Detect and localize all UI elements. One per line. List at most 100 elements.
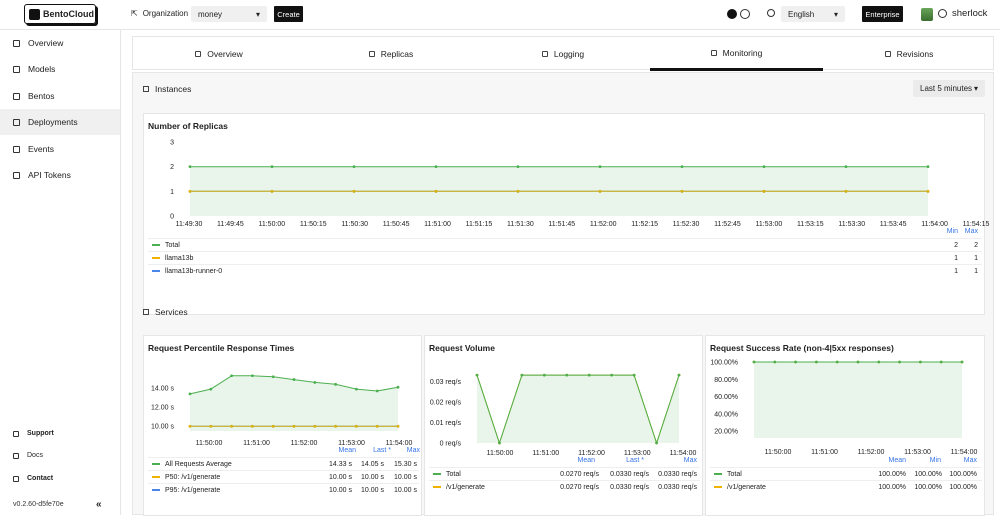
data-point xyxy=(542,373,546,377)
collapse-sidebar-icon[interactable]: « xyxy=(96,499,102,510)
data-point xyxy=(835,360,839,364)
data-point xyxy=(939,360,943,364)
legend-row-p95[interactable]: P95: /v1/generate 10.00 s 10.00 s 10.00 … xyxy=(148,483,419,496)
legend-max: 1 xyxy=(974,254,978,262)
legend-header-max: Max xyxy=(963,457,977,464)
sidebar-item-events[interactable]: Events xyxy=(0,136,120,162)
tab-label: Overview xyxy=(207,49,243,59)
x-tick-label: 11:50:30 xyxy=(341,221,368,228)
x-tick-label: 11:52:00 xyxy=(590,221,617,228)
x-tick-label: 11:50:00 xyxy=(196,440,223,447)
y-tick-label: 40.00% xyxy=(714,411,738,418)
legend-row-total[interactable]: Total 100.00% 100.00% 100.00% xyxy=(710,467,982,480)
avatar[interactable] xyxy=(921,8,933,21)
data-point xyxy=(587,373,591,377)
history-icon[interactable] xyxy=(740,9,750,19)
tab-label: Revisions xyxy=(896,49,934,59)
legend-row-p50[interactable]: P50: /v1/generate 10.00 s 10.00 s 10.00 … xyxy=(148,470,419,483)
legend-last: 14.05 s xyxy=(361,460,384,468)
sidebar: Overview Models Bentos Deployments Event… xyxy=(0,30,121,515)
legend-mean: 100.00% xyxy=(878,483,906,491)
data-point xyxy=(610,373,614,377)
legend-swatch xyxy=(433,486,441,488)
legend-row-all-requests[interactable]: All Requests Average 14.33 s 14.05 s 15.… xyxy=(148,457,419,470)
docs-icon xyxy=(13,452,19,459)
data-point xyxy=(655,441,658,445)
key-icon xyxy=(13,171,20,179)
bentocloud-logo[interactable]: BentoCloud xyxy=(24,4,96,24)
data-point xyxy=(292,378,296,381)
legend-name: llama13b xyxy=(165,254,194,262)
tab-replicas[interactable]: Replicas xyxy=(305,37,477,71)
y-tick-label: 0.02 req/s xyxy=(430,399,462,406)
x-tick-label: 11:52:00 xyxy=(291,440,318,447)
create-button[interactable]: Create xyxy=(274,6,303,22)
legend-max: 0.0330 req/s xyxy=(658,470,697,478)
data-point xyxy=(815,360,818,364)
legend-row-llama13b[interactable]: llama13b 1 1 xyxy=(148,251,982,264)
tab-bar: Overview Replicas Logging Monitoring Rev… xyxy=(132,36,995,71)
legend-swatch xyxy=(152,257,160,259)
data-point xyxy=(355,387,358,391)
legend-swatch xyxy=(714,486,722,488)
legend-row-runner[interactable]: llama13b-runner-0 1 1 xyxy=(148,264,982,277)
data-point xyxy=(396,385,400,389)
x-tick-label: 11:53:15 xyxy=(797,221,824,228)
legend-header-mean: Mean xyxy=(577,457,595,464)
data-point xyxy=(919,360,922,364)
x-tick-label: 11:51:45 xyxy=(548,221,575,228)
data-point xyxy=(334,382,337,386)
language-select[interactable]: English ▾ xyxy=(781,6,845,22)
legend-mean: 14.33 s xyxy=(329,460,352,468)
username[interactable]: sherlock xyxy=(952,8,987,19)
data-point xyxy=(898,360,901,364)
services-icon xyxy=(143,309,149,315)
data-point xyxy=(598,165,602,169)
time-range-select[interactable]: Last 5 minutes ▾ xyxy=(913,80,985,97)
y-tick-label: 14.00 s xyxy=(151,386,174,393)
sidebar-item-api-tokens[interactable]: API Tokens xyxy=(0,162,120,188)
tab-label: Logging xyxy=(553,49,585,59)
data-point xyxy=(434,165,438,169)
legend-min: 100.00% xyxy=(914,483,942,491)
chevron-down-icon: ▾ xyxy=(255,9,260,19)
instances-icon xyxy=(143,86,149,92)
legend-mean: 10.00 s xyxy=(329,473,352,481)
tab-overview[interactable]: Overview xyxy=(133,37,305,71)
sidebar-item-deployments[interactable]: Deployments xyxy=(0,109,120,135)
legend-row-generate[interactable]: /v1/generate 100.00% 100.00% 100.00% xyxy=(710,480,982,493)
data-point xyxy=(794,360,797,364)
x-tick-label: 11:51:00 xyxy=(532,450,559,457)
support-link[interactable]: Support xyxy=(13,430,54,437)
x-tick-label: 11:51:30 xyxy=(507,221,534,228)
organization-select[interactable]: money ▾ xyxy=(191,6,267,22)
docs-link[interactable]: Docs xyxy=(13,452,43,459)
data-point xyxy=(677,373,681,377)
legend-last: 0.0330 req/s xyxy=(610,470,649,478)
contact-link[interactable]: Contact xyxy=(13,475,53,482)
series-area xyxy=(754,362,962,438)
enterprise-button[interactable]: Enterprise xyxy=(862,6,903,22)
legend-max: 1 xyxy=(974,267,978,275)
data-point xyxy=(251,374,254,378)
legend-header-mean: Mean xyxy=(888,457,906,464)
time-range-value: Last 5 minutes xyxy=(920,84,973,93)
data-point xyxy=(313,381,317,384)
sidebar-item-bentos[interactable]: Bentos xyxy=(0,83,120,109)
tab-logging[interactable]: Logging xyxy=(477,37,649,71)
tab-revisions[interactable]: Revisions xyxy=(823,37,995,71)
legend-row-total[interactable]: Total 0.0270 req/s 0.0330 req/s 0.0330 r… xyxy=(429,467,700,480)
theme-toggle-icon[interactable] xyxy=(727,9,737,19)
sidebar-item-label: Overview xyxy=(28,38,64,48)
x-tick-label: 11:50:00 xyxy=(487,450,514,457)
legend-mean: 0.0270 req/s xyxy=(560,470,599,478)
bolt-icon xyxy=(13,145,20,153)
data-point xyxy=(752,360,756,364)
x-tick-label: 11:50:00 xyxy=(258,221,285,228)
tab-monitoring[interactable]: Monitoring xyxy=(650,37,823,71)
legend-row-total[interactable]: Total 2 2 xyxy=(148,238,982,251)
instances-title: Instances xyxy=(155,84,192,94)
legend-row-generate[interactable]: /v1/generate 0.0270 req/s 0.0330 req/s 0… xyxy=(429,480,700,493)
sidebar-item-models[interactable]: Models xyxy=(0,56,120,82)
sidebar-item-overview[interactable]: Overview xyxy=(0,30,120,56)
